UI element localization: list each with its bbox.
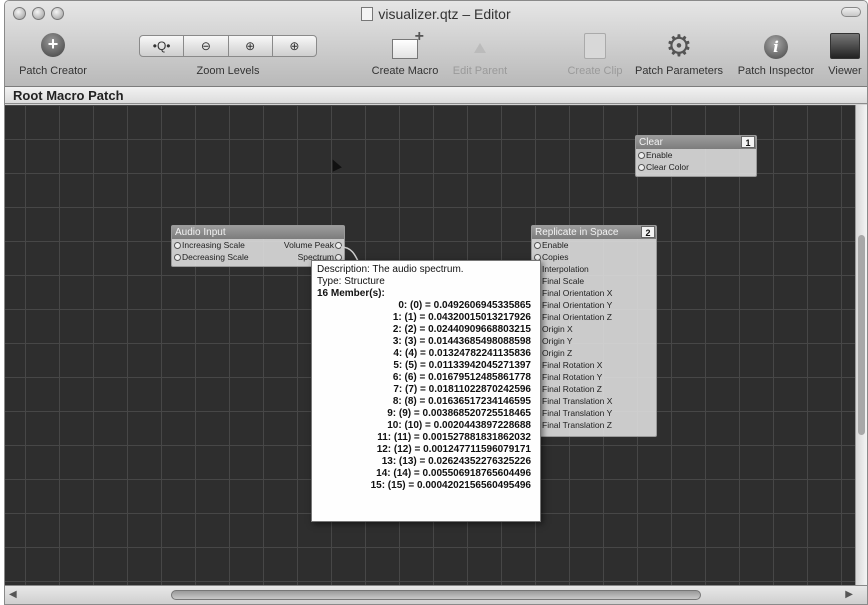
input-port-copies[interactable]: Copies — [532, 251, 656, 263]
tooltip-member: 9: (9) = 0.003868520725518465 — [387, 408, 531, 419]
replicate-patch-title[interactable]: Replicate in Space 2 — [532, 226, 656, 239]
input-port-final-rotation-x[interactable]: Final Rotation X — [532, 359, 656, 371]
tooltip-member: 8: (8) = 0.01636517234146595 — [392, 396, 531, 407]
zoom-fit-button[interactable]: ⊕ — [273, 36, 316, 56]
input-port-enable[interactable]: Enable — [532, 239, 656, 251]
tooltip-member: 15: (15) = 0.0004202156560495496 — [370, 480, 531, 491]
editor-window: visualizer.qtz – Editor + Patch Creator … — [4, 0, 868, 605]
tooltip-member: 14: (14) = 0.005506918765604496 — [376, 468, 531, 479]
vertical-scrollbar[interactable] — [855, 105, 867, 587]
input-port-origin-y[interactable]: Origin Y — [532, 335, 656, 347]
zoom-levels-control: •Q• ⊖ ⊕ ⊕ — [139, 35, 317, 57]
tooltip-type: Type: Structure — [317, 276, 385, 287]
tooltip-member: 0: (0) = 0.0492606945335865 — [398, 300, 531, 311]
breadcrumb-root[interactable]: Root Macro Patch — [13, 88, 124, 103]
horizontal-scrollbar[interactable]: ◀ ▶ — [5, 585, 867, 604]
window-title: visualizer.qtz – Editor — [5, 6, 867, 22]
zoom-in-button[interactable]: ⊕ — [229, 36, 273, 56]
input-port-final-orientation-x[interactable]: Final Orientation X — [532, 287, 656, 299]
tooltip-member: 13: (13) = 0.02624352276325226 — [381, 456, 531, 467]
horizontal-scroll-thumb[interactable] — [171, 590, 701, 600]
tooltip-member: 6: (6) = 0.01679512485861778 — [392, 372, 531, 383]
patch-canvas[interactable]: Clear 1 Enable Clear Color Audio Input I… — [5, 105, 857, 587]
tooltip-members-header: 16 Member(s): — [317, 288, 385, 299]
layer-badge: 2 — [641, 226, 655, 238]
create-clip-button[interactable]: Create Clip — [567, 33, 623, 77]
tooltip-member: 3: (3) = 0.01443685498088598 — [392, 336, 531, 347]
input-port-final-translation-x[interactable]: Final Translation X — [532, 395, 656, 407]
tooltip-description: Description: The audio spectrum. — [317, 264, 464, 275]
edit-parent-button[interactable]: Edit Parent — [453, 33, 507, 77]
tooltip-member: 5: (5) = 0.01133942045271397 — [393, 360, 531, 371]
viewer-icon — [830, 33, 860, 59]
port-tooltip: Description: The audio spectrum. Type: S… — [311, 260, 541, 522]
tooltip-member: 10: (10) = 0.002044389722868​8 — [387, 420, 531, 431]
replicate-in-space-patch[interactable]: Replicate in Space 2 Enable Copies Inter… — [531, 225, 657, 437]
plus-icon: + — [41, 33, 65, 57]
patch-creator-button[interactable]: + Patch Creator — [19, 33, 87, 77]
scroll-left-arrow-icon[interactable]: ◀ — [9, 589, 17, 600]
tooltip-member: 12: (12) = 0.001247711596079171 — [376, 444, 531, 455]
zoom-out-button[interactable]: ⊖ — [184, 36, 229, 56]
tooltip-member: 1: (1) = 0.04320015013217926 — [392, 312, 531, 323]
toolbar-toggle-button[interactable] — [841, 7, 861, 17]
input-port-final-rotation-z[interactable]: Final Rotation Z — [532, 383, 656, 395]
input-port-final-orientation-z[interactable]: Final Orientation Z — [532, 311, 656, 323]
input-port-interpolation[interactable]: Interpolation — [532, 263, 656, 275]
macro-icon — [392, 28, 424, 59]
vertical-scroll-thumb[interactable] — [858, 235, 865, 435]
scroll-right-arrow-icon[interactable]: ▶ — [845, 589, 853, 600]
up-arrow-icon — [474, 43, 486, 53]
viewer-button[interactable]: Viewer — [827, 33, 863, 77]
info-icon: i — [764, 35, 788, 59]
input-port-final-orientation-y[interactable]: Final Orientation Y — [532, 299, 656, 311]
toolbar: visualizer.qtz – Editor + Patch Creator … — [5, 1, 867, 87]
gear-icon: ⚙ — [665, 30, 693, 63]
input-port-origin-z[interactable]: Origin Z — [532, 347, 656, 359]
input-port-final-translation-y[interactable]: Final Translation Y — [532, 407, 656, 419]
tooltip-member: 4: (4) = 0.01324782241135836 — [393, 348, 531, 359]
input-port-final-translation-z[interactable]: Final Translation Z — [532, 419, 656, 431]
input-port-final-rotation-y[interactable]: Final Rotation Y — [532, 371, 656, 383]
input-port-final-scale[interactable]: Final Scale — [532, 275, 656, 287]
clip-icon — [584, 33, 606, 59]
patch-inspector-button[interactable]: i Patch Inspector — [738, 33, 814, 77]
tooltip-member: 2: (2) = 0.02440909668803215 — [392, 324, 531, 335]
document-icon — [361, 7, 374, 21]
create-macro-button[interactable]: Create Macro — [372, 28, 439, 77]
input-port-origin-x[interactable]: Origin X — [532, 323, 656, 335]
tooltip-member: 7: (7) = 0.01811022870242596 — [393, 384, 531, 395]
patch-parameters-button[interactable]: ⚙ Patch Parameters — [635, 30, 723, 78]
breadcrumb: Root Macro Patch — [5, 87, 867, 104]
zoom-actual-size-button[interactable]: •Q• — [140, 36, 185, 56]
tooltip-member: 11: (11) = 0.001527881831862032 — [377, 432, 531, 443]
